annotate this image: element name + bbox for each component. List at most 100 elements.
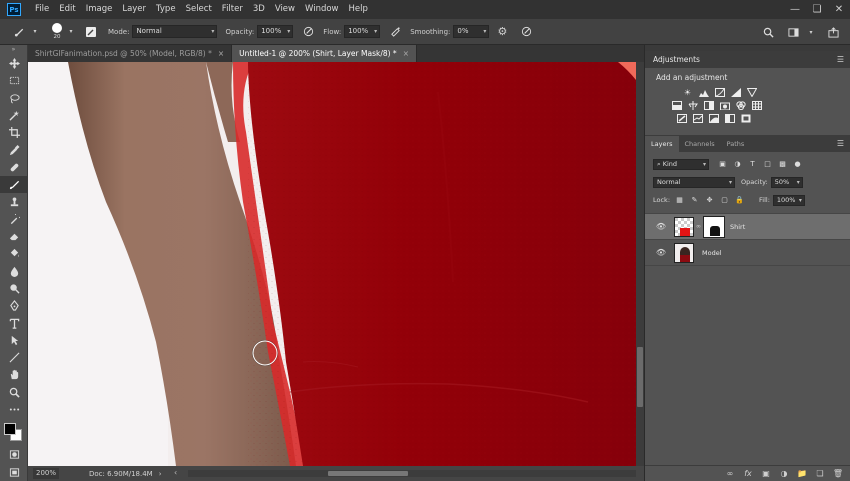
paint-bucket-tool-icon[interactable] (0, 245, 28, 262)
invert-icon[interactable] (676, 114, 687, 123)
layer-model[interactable]: 👁 Model (645, 240, 850, 266)
menu-window[interactable]: Window (300, 0, 344, 19)
lock-artboard-icon[interactable]: ▢ (719, 195, 730, 206)
layer-opacity-field[interactable]: 50% ▾ (770, 176, 803, 188)
type-tool-icon[interactable] (0, 314, 28, 331)
smoothing-field[interactable]: 0% ▾ (453, 25, 490, 38)
zoom-tool-icon[interactable] (0, 384, 28, 401)
workspace-icon[interactable] (786, 25, 800, 39)
menu-select[interactable]: Select (181, 0, 217, 19)
black-white-icon[interactable] (703, 101, 714, 110)
layer-filter-select[interactable]: ⌕ Kind ▾ (653, 158, 709, 170)
history-brush-tool-icon[interactable] (0, 211, 28, 228)
vibrance-icon[interactable] (746, 88, 757, 97)
path-selection-tool-icon[interactable] (0, 332, 28, 349)
new-layer-icon[interactable]: ❏ (815, 469, 825, 479)
menu-type[interactable]: Type (151, 0, 181, 19)
menu-filter[interactable]: Filter (217, 0, 248, 19)
marquee-tool-icon[interactable] (0, 72, 28, 89)
add-mask-icon[interactable]: ▣ (761, 469, 771, 479)
magic-wand-tool-icon[interactable] (0, 107, 28, 124)
menu-help[interactable]: Help (344, 0, 373, 19)
foreground-color-swatch[interactable] (4, 423, 16, 436)
airbrush-icon[interactable] (388, 25, 402, 39)
pressure-size-icon[interactable] (519, 25, 533, 39)
exposure-icon[interactable] (730, 88, 741, 97)
layer-name[interactable]: Shirt (730, 223, 745, 231)
filter-pixel-icon[interactable]: ▣ (717, 159, 728, 170)
mask-link-icon[interactable]: ∞ (696, 223, 702, 230)
document-canvas[interactable] (28, 62, 636, 466)
delete-layer-icon[interactable]: 🗑 (833, 469, 843, 479)
tab-untitled-1[interactable]: Untitled-1 @ 200% (Shirt, Layer Mask/8) … (232, 45, 417, 62)
adjustments-title[interactable]: Adjustments (653, 55, 700, 64)
selective-color-icon[interactable] (740, 114, 751, 123)
fill-field[interactable]: 100% ▾ (772, 194, 805, 206)
blur-tool-icon[interactable] (0, 263, 28, 280)
healing-brush-tool-icon[interactable] (0, 159, 28, 176)
new-group-icon[interactable]: 📁 (797, 469, 807, 479)
tab-channels[interactable]: Channels (679, 136, 721, 152)
pressure-opacity-icon[interactable] (301, 25, 315, 39)
menu-file[interactable]: File (30, 0, 54, 19)
status-menu-icon[interactable]: › (159, 470, 162, 478)
close-icon[interactable]: × (403, 49, 409, 58)
layer-style-icon[interactable]: fx (743, 469, 753, 479)
gradient-map-icon[interactable] (724, 114, 735, 123)
filter-adjustment-icon[interactable]: ◑ (732, 159, 743, 170)
more-tools-icon[interactable] (0, 401, 28, 418)
photo-filter-icon[interactable] (719, 101, 730, 110)
horizontal-scroll-thumb[interactable] (328, 471, 408, 476)
visibility-eye-icon[interactable]: 👁 (653, 248, 669, 257)
brush-settings-icon[interactable] (84, 25, 98, 39)
lock-transparent-icon[interactable]: ▦ (674, 195, 685, 206)
screen-mode-icon[interactable] (0, 464, 28, 481)
brush-chevron-icon[interactable]: ▾ (28, 25, 42, 39)
filter-smart-object-icon[interactable]: ▩ (777, 159, 788, 170)
hand-tool-icon[interactable] (0, 366, 28, 383)
curves-icon[interactable] (714, 88, 725, 97)
layer-mask-thumbnail[interactable] (703, 215, 725, 238)
lock-position-icon[interactable]: ✥ (704, 195, 715, 206)
search-icon[interactable] (761, 25, 775, 39)
menu-edit[interactable]: Edit (54, 0, 80, 19)
brightness-contrast-icon[interactable]: ☀ (682, 88, 693, 97)
zoom-level-field[interactable]: 200% (33, 468, 59, 479)
layer-name[interactable]: Model (702, 249, 722, 257)
menu-layer[interactable]: Layer (117, 0, 151, 19)
quick-mask-icon[interactable] (0, 446, 28, 463)
blend-mode-select[interactable]: Normal ▾ (653, 176, 735, 188)
pen-tool-icon[interactable] (0, 297, 28, 314)
tab-layers[interactable]: Layers (645, 136, 679, 152)
panel-menu-icon[interactable]: ☰ (837, 139, 844, 148)
restore-icon[interactable]: ❏ (806, 0, 828, 19)
lock-pixels-icon[interactable]: ✎ (689, 195, 700, 206)
mode-select[interactable]: Normal ▾ (132, 25, 218, 38)
tab-paths[interactable]: Paths (721, 136, 751, 152)
filter-type-icon[interactable]: T (747, 159, 758, 170)
layer-shirt[interactable]: 👁 ∞ Shirt (645, 214, 850, 240)
close-icon[interactable]: × (218, 49, 224, 58)
eraser-tool-icon[interactable] (0, 228, 28, 245)
color-swatches[interactable] (0, 420, 28, 446)
scroll-left-icon[interactable]: ‹ (174, 468, 177, 477)
workspace-chevron-icon[interactable]: ▾ (804, 25, 818, 39)
color-lookup-icon[interactable] (751, 101, 762, 110)
panel-menu-icon[interactable]: ☰ (837, 55, 844, 64)
lock-all-icon[interactable]: 🔒 (734, 195, 745, 206)
brush-tool-icon[interactable] (0, 176, 28, 194)
smoothing-gear-icon[interactable]: ⚙ (495, 25, 509, 39)
link-layers-icon[interactable]: ∞ (725, 469, 735, 479)
crop-tool-icon[interactable] (0, 124, 28, 141)
menu-view[interactable]: View (270, 0, 300, 19)
menu-3d[interactable]: 3D (248, 0, 270, 19)
toolbar-collapse-icon[interactable]: » (0, 45, 27, 55)
hue-saturation-icon[interactable] (671, 101, 682, 110)
filter-shape-icon[interactable]: □ (762, 159, 773, 170)
levels-icon[interactable] (698, 88, 709, 97)
brush-preset-picker[interactable]: 20 (52, 23, 62, 40)
threshold-icon[interactable] (708, 114, 719, 123)
brush-preset-chevron-icon[interactable]: ▾ (64, 25, 78, 39)
flow-field[interactable]: 100% ▾ (344, 25, 381, 38)
channel-mixer-icon[interactable] (735, 101, 746, 110)
